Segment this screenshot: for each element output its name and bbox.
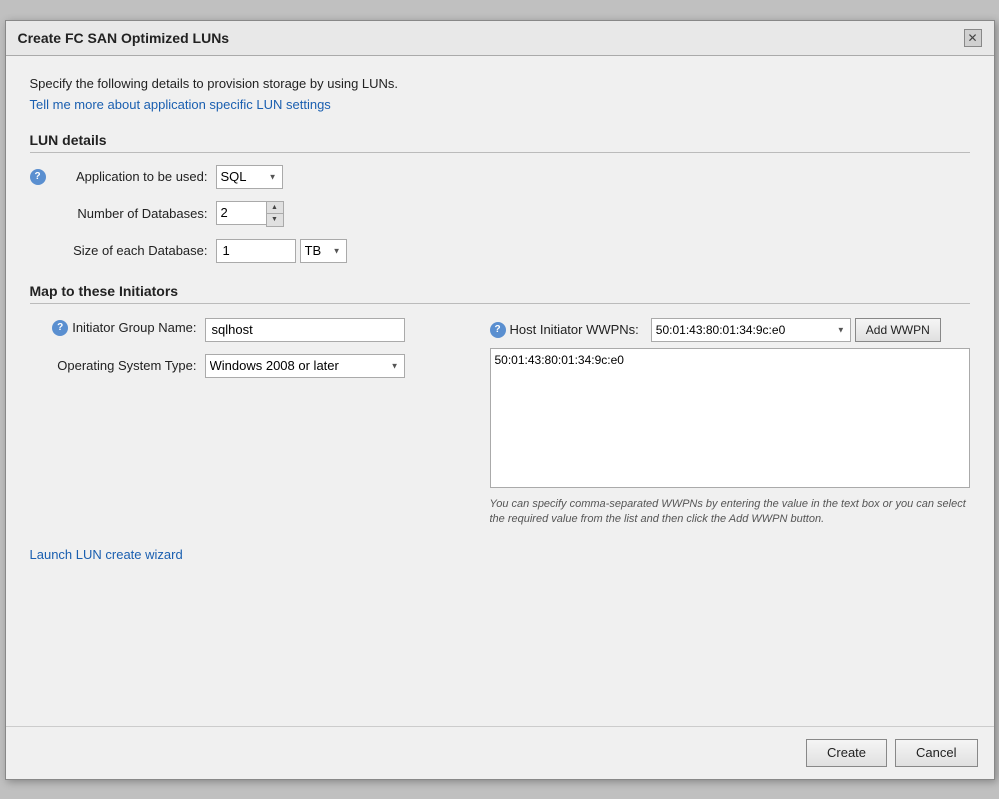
initiator-label-container: ? Initiator Group Name: [30,318,205,336]
db-size-input[interactable] [216,239,296,263]
db-size-row: Size of each Database: GB TB [30,239,970,263]
lun-section-header: LUN details [30,132,970,153]
os-label: Operating System Type: [30,358,205,373]
create-button[interactable]: Create [806,739,887,767]
app-label: Application to be used: [46,169,216,184]
initiator-label-text: Initiator Group Name: [72,320,196,335]
intro-description: Specify the following details to provisi… [30,76,970,91]
wwpn-dropdown[interactable]: 50:01:43:80:01:34:9c:e0 [651,318,851,342]
dialog-titlebar: Create FC SAN Optimized LUNs ✕ [6,21,994,56]
app-row: ? Application to be used: SQL Oracle Oth… [30,165,970,189]
right-column: ? Host Initiator WWPNs: 50:01:43:80:01:3… [490,318,970,528]
app-select-wrapper: SQL Oracle Other [216,165,283,189]
spinner-up-btn[interactable]: ▲ [267,202,283,214]
help-icon-wwpn[interactable]: ? [490,322,506,338]
help-icon-app[interactable]: ? [30,169,46,185]
os-select-wrapper: Windows 2008 or later Windows Linux Sola… [205,354,405,378]
cancel-button[interactable]: Cancel [895,739,977,767]
dialog-content: Specify the following details to provisi… [6,56,994,583]
db-count-spinner: ▲ ▼ [216,201,284,227]
os-type-row: Operating System Type: Windows 2008 or l… [30,354,490,378]
wwpn-dropdown-wrapper: 50:01:43:80:01:34:9c:e0 [651,318,851,342]
wwpn-label-row: ? Host Initiator WWPNs: 50:01:43:80:01:3… [490,318,970,342]
db-size-unit-wrapper: GB TB [300,239,347,263]
dialog-container: Create FC SAN Optimized LUNs ✕ Specify t… [5,20,995,780]
left-column: ? Initiator Group Name: Operating System… [30,318,490,390]
db-count-input[interactable] [216,201,266,225]
wwpn-hint: You can specify comma-separated WWPNs by… [490,497,970,528]
os-select[interactable]: Windows 2008 or later Windows Linux Sola… [205,354,405,378]
wwpn-label: Host Initiator WWPNs: [510,322,639,337]
db-count-label: Number of Databases: [46,206,216,221]
map-content: ? Initiator Group Name: Operating System… [30,318,970,528]
spinner-down-btn[interactable]: ▼ [267,214,283,226]
initiator-group-row: ? Initiator Group Name: [30,318,490,342]
dialog-title: Create FC SAN Optimized LUNs [18,30,230,46]
info-link[interactable]: Tell me more about application specific … [30,97,331,112]
spinner-buttons: ▲ ▼ [266,201,284,227]
wwpn-textarea[interactable]: 50:01:43:80:01:34:9c:e0 [490,348,970,488]
dialog-footer: Create Cancel [6,726,994,779]
map-section-header: Map to these Initiators [30,283,970,303]
db-size-unit-select[interactable]: GB TB [300,239,347,263]
help-icon-initiator[interactable]: ? [52,320,68,336]
close-button[interactable]: ✕ [964,29,982,47]
map-section: Map to these Initiators ? Initiator Grou… [30,283,970,528]
db-size-label: Size of each Database: [46,243,216,258]
db-count-row: Number of Databases: ▲ ▼ [30,201,970,227]
add-wwpn-button[interactable]: Add WWPN [855,318,941,342]
app-select[interactable]: SQL Oracle Other [216,165,283,189]
initiator-group-input[interactable] [205,318,405,342]
map-section-divider [30,303,970,304]
launch-wizard-link[interactable]: Launch LUN create wizard [30,547,183,562]
